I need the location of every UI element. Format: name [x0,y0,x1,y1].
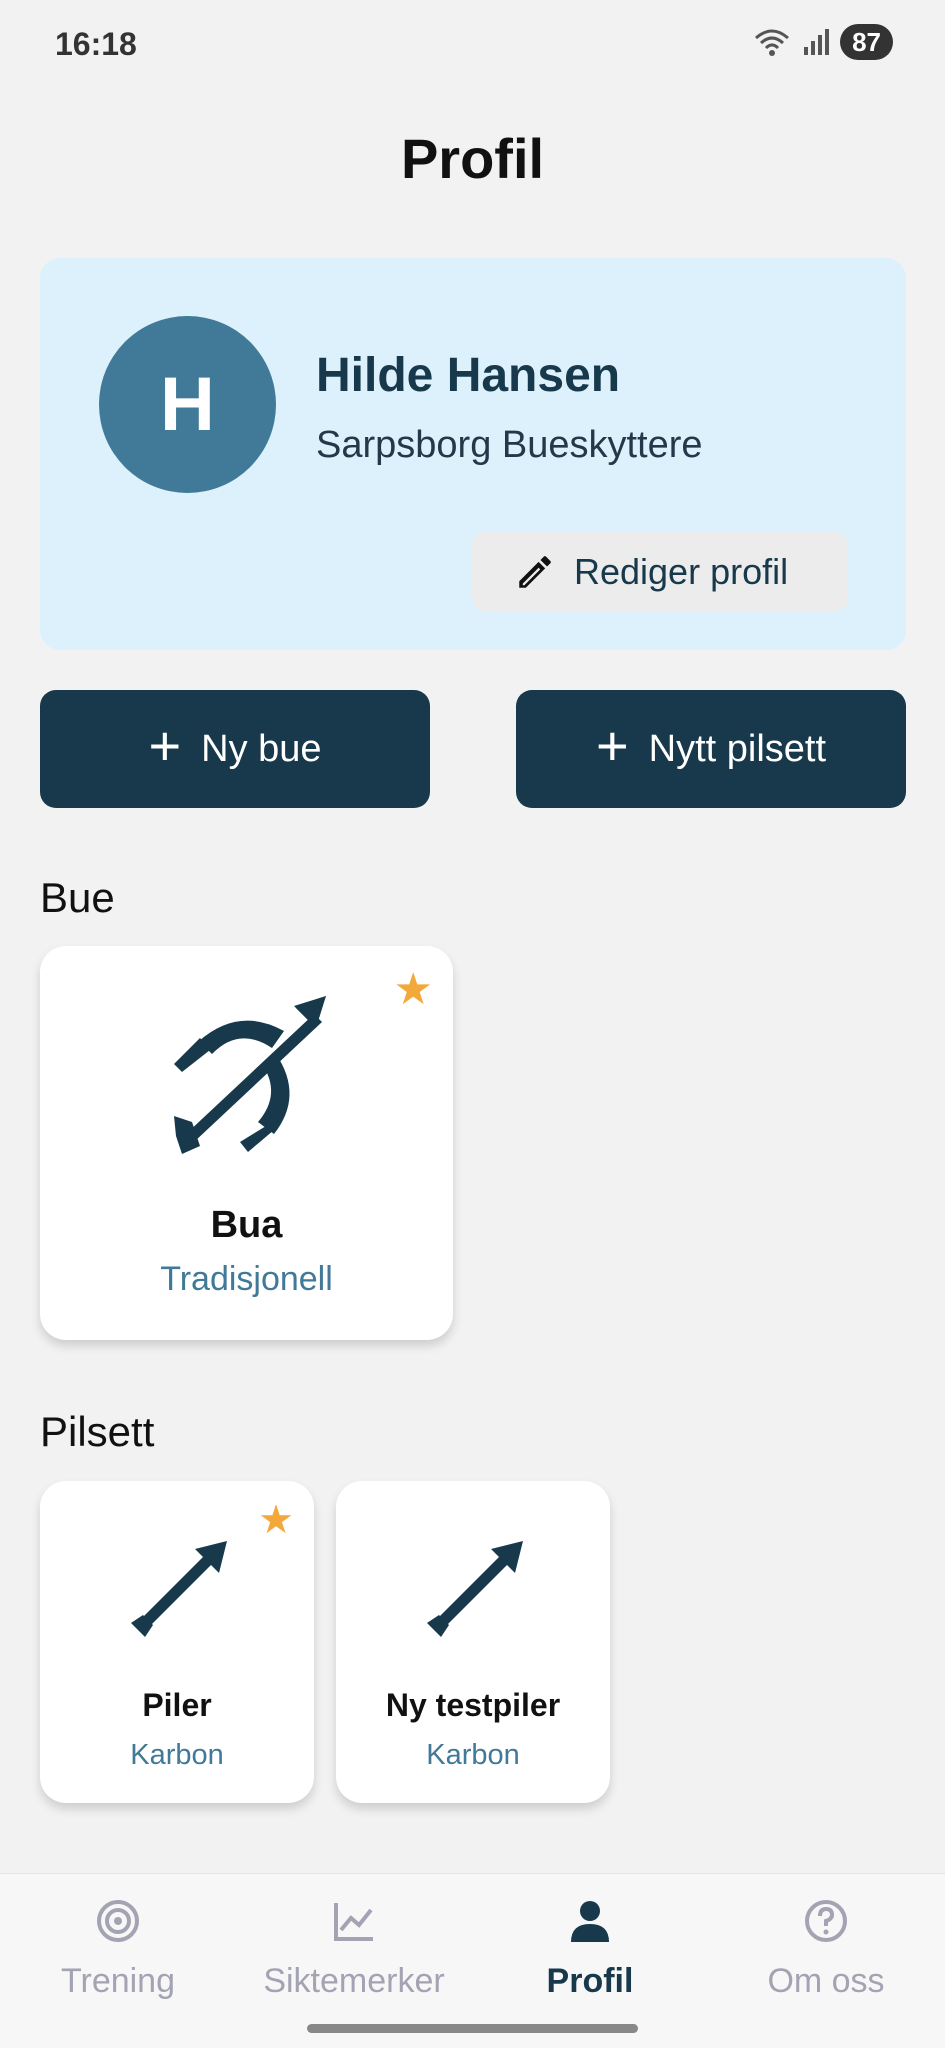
arrowset-card[interactable]: ★ Piler Karbon [40,1481,314,1803]
battery-indicator: 87 [840,24,893,60]
bow-type: Tradisjonell [160,1260,333,1298]
chart-line-icon [334,1903,373,1941]
question-icon [805,1900,847,1942]
arrow-icon [131,1541,227,1637]
wifi-icon [755,29,790,56]
plus-icon: + [595,714,629,777]
nav-item-om-oss[interactable]: Om oss [708,1874,944,2034]
status-time: 16:18 [55,26,137,62]
nav-label: Siktemerker [263,1962,445,2000]
arrowset-card[interactable]: Ny testpiler Karbon [336,1481,610,1803]
new-arrowset-label: Nytt pilsett [648,727,827,770]
nav-label: Profil [546,1962,634,2000]
nav-label: Trening [60,1962,176,2000]
plus-icon: + [148,714,182,777]
avatar: H [99,316,276,493]
nav-item-siktemerker[interactable]: Siktemerker [236,1874,472,2034]
arrowset-material: Karbon [130,1739,224,1771]
user-icon [571,1901,609,1942]
bow-card[interactable]: ★ Bua Tradisjonell [40,946,453,1340]
bow-arrow-icon [174,996,326,1154]
target-icon [97,1900,139,1942]
new-bow-button[interactable]: + Ny bue [40,690,430,808]
bottom-nav: Trening Siktemerker Profil Om oss [0,1873,945,2048]
arrowsets-section-title: Pilsett [40,1408,155,1455]
nav-item-profil[interactable]: Profil [472,1874,708,2034]
profile-card: H Hilde Hansen Sarpsborg Bueskyttere Red… [40,258,906,650]
status-icons: 87 [752,24,893,60]
home-indicator[interactable] [307,2024,638,2033]
new-bow-label: Ny bue [201,727,322,770]
arrowset-name: Ny testpiler [385,1687,561,1723]
pencil-icon [519,556,551,588]
arrowset-material: Karbon [426,1739,520,1771]
favorite-star-icon: ★ [393,965,433,1014]
user-club: Sarpsborg Bueskyttere [316,424,703,466]
page-title: Profil [400,127,545,190]
signal-icon [804,29,830,55]
bow-name: Bua [210,1204,283,1246]
favorite-star-icon: ★ [258,1498,294,1542]
nav-item-trening[interactable]: Trening [0,1874,236,2034]
edit-profile-button[interactable]: Rediger profil [472,532,848,612]
user-name: Hilde Hansen [316,349,621,402]
new-arrowset-button[interactable]: + Nytt pilsett [516,690,906,808]
arrowset-name: Piler [142,1687,212,1723]
status-bar: 16:18 87 [0,0,945,90]
arrow-icon [427,1541,523,1637]
nav-label: Om oss [767,1962,885,2000]
bows-section-title: Bue [40,874,115,921]
edit-profile-label: Rediger profil [574,551,789,592]
